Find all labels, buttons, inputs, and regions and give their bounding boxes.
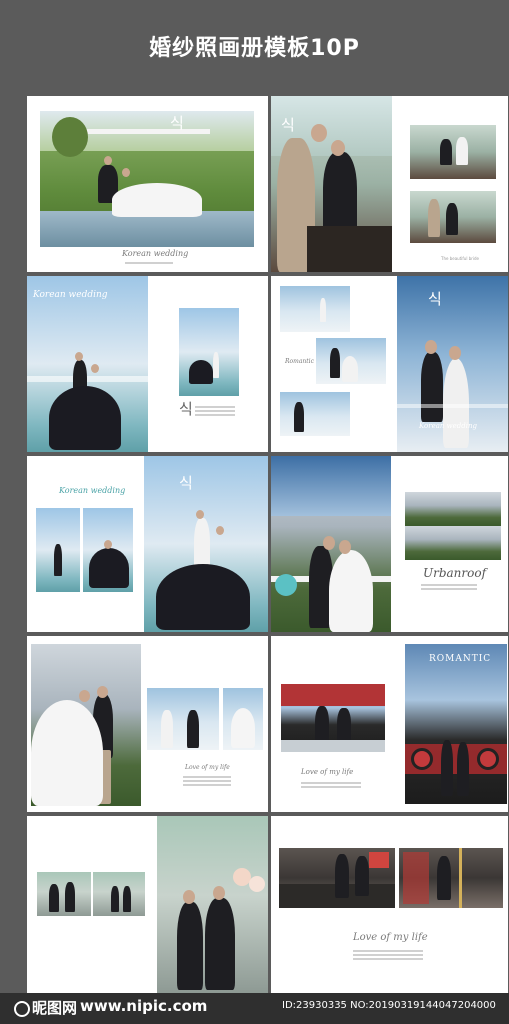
album-page-2-left: Korean wedding 식 bbox=[27, 276, 268, 452]
script-title-2: Korean wedding bbox=[419, 422, 477, 430]
photo-glass-bride bbox=[83, 508, 133, 592]
script-love: Love of my life bbox=[301, 768, 354, 776]
korean-glyph: 식 bbox=[179, 400, 193, 418]
site-url[interactable]: www.nipic.com bbox=[80, 997, 207, 1015]
korean-glyph: 식 bbox=[179, 474, 193, 492]
album-page-5-left bbox=[27, 816, 268, 993]
script-title: Korean wedding bbox=[59, 486, 126, 495]
photo-mountain-small-2 bbox=[451, 492, 501, 526]
logo-icon bbox=[14, 1000, 30, 1017]
image-id: ID:23930335 NO:20190319144047204000 bbox=[282, 1000, 496, 1011]
photo-cloud-1 bbox=[280, 286, 350, 332]
photo-swing-1 bbox=[147, 688, 219, 750]
album-page-3-right: Urbanroof bbox=[271, 456, 508, 632]
album-page-1-left: 식 Korean wedding bbox=[27, 96, 268, 272]
caption: The beautiful bride bbox=[441, 256, 479, 261]
korean-glyph-2: 식 bbox=[281, 116, 295, 134]
album-page-4-right: Love of my life ROMANTIC bbox=[271, 636, 508, 812]
photo-swing-2 bbox=[223, 688, 263, 750]
album-page-2-right: Romantic 식 Korean wedding bbox=[271, 276, 508, 452]
photo-garden-couple bbox=[40, 111, 254, 247]
photo-street-couple-large bbox=[157, 816, 268, 993]
site-logo: 昵图网 bbox=[14, 997, 77, 1018]
photo-glass-groom bbox=[36, 508, 80, 592]
script-title: Korean wedding bbox=[33, 290, 108, 300]
photo-mountain-small-1 bbox=[405, 492, 451, 526]
photo-steam-train-couple bbox=[405, 644, 507, 804]
photo-mountain-small-4 bbox=[451, 526, 501, 560]
photo-cloud-3 bbox=[280, 392, 350, 436]
photo-glass-couple-large bbox=[144, 456, 268, 632]
photo-street-2 bbox=[93, 872, 145, 916]
script-romantic: ROMANTIC bbox=[429, 654, 492, 664]
photo-train-couple-small bbox=[281, 684, 385, 752]
photo-snow-mountain-couple bbox=[31, 644, 141, 806]
photo-mountain-couple bbox=[271, 456, 391, 632]
photo-street-1 bbox=[37, 872, 91, 916]
korean-glyph: 식 bbox=[428, 290, 442, 308]
korean-glyph: 식 bbox=[170, 114, 184, 132]
album-page-4-left: Love of my life bbox=[27, 636, 268, 812]
script-romantic: Romantic bbox=[285, 358, 314, 365]
photo-cafe-small-1 bbox=[410, 125, 496, 179]
photo-industrial-2 bbox=[399, 848, 503, 908]
photo-industrial-1 bbox=[279, 848, 395, 908]
photo-cafe-small-2 bbox=[410, 191, 496, 243]
script-love: Love of my life bbox=[353, 932, 428, 943]
photo-glass-deck-small bbox=[179, 308, 239, 396]
album-page-1-right: 식 The beautiful bride bbox=[271, 96, 508, 272]
photo-glass-deck-couple bbox=[27, 276, 148, 452]
logo-text: 昵图网 bbox=[32, 999, 78, 1017]
script-urbanroof: Urbanroof bbox=[423, 566, 487, 580]
album-page-5-right: Love of my life bbox=[271, 816, 508, 993]
album-page-3-left: Korean wedding 식 bbox=[27, 456, 268, 632]
photo-cloud-2 bbox=[316, 338, 386, 384]
watermark-bar: 昵图网 www.nipic.com ID:23930335 NO:2019031… bbox=[0, 993, 509, 1024]
script-love: Love of my life bbox=[185, 764, 230, 771]
photo-mountain-small-3 bbox=[405, 526, 451, 560]
script-title: Korean wedding bbox=[122, 249, 189, 258]
page-title: 婚纱照画册模板10P bbox=[149, 36, 360, 61]
